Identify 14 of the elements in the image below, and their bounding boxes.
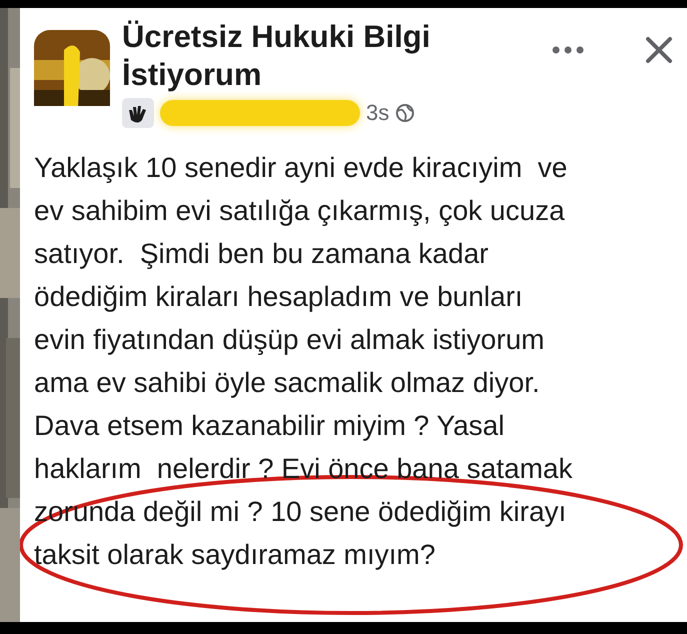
post-text-line: evin fiyatından düşüp evi almak istiyorum xyxy=(34,323,546,357)
globe-icon xyxy=(395,103,416,123)
post-text-line: ödediğim kiraları hesapladım ve bunları xyxy=(34,280,524,314)
more-icon[interactable] xyxy=(551,45,585,55)
post-text-line: satıyor. Şimdi ben bu zamana kadar xyxy=(34,237,490,271)
post-time[interactable]: 3s xyxy=(366,100,390,126)
post-text-line: taksit olarak saydıramaz mıyım? xyxy=(34,538,436,572)
post-text-line: Yaklaşık 10 senedir ayni evde kiracıyim ve xyxy=(34,151,568,185)
group-name[interactable]: Ücretsiz Hukuki Bilgi İstiyorum xyxy=(122,18,522,94)
waving-hand-icon xyxy=(122,98,154,128)
post-text-line: Dava etsem kazanabilir miyim ? Yasal xyxy=(34,409,506,443)
close-icon[interactable] xyxy=(645,36,673,64)
post-text-line: ev sahibim evi satılığa çıkarmış, çok ucuza xyxy=(34,194,566,228)
post-text-line: ama ev sahibi öyle sacmalik olmaz diyor. xyxy=(34,366,541,400)
